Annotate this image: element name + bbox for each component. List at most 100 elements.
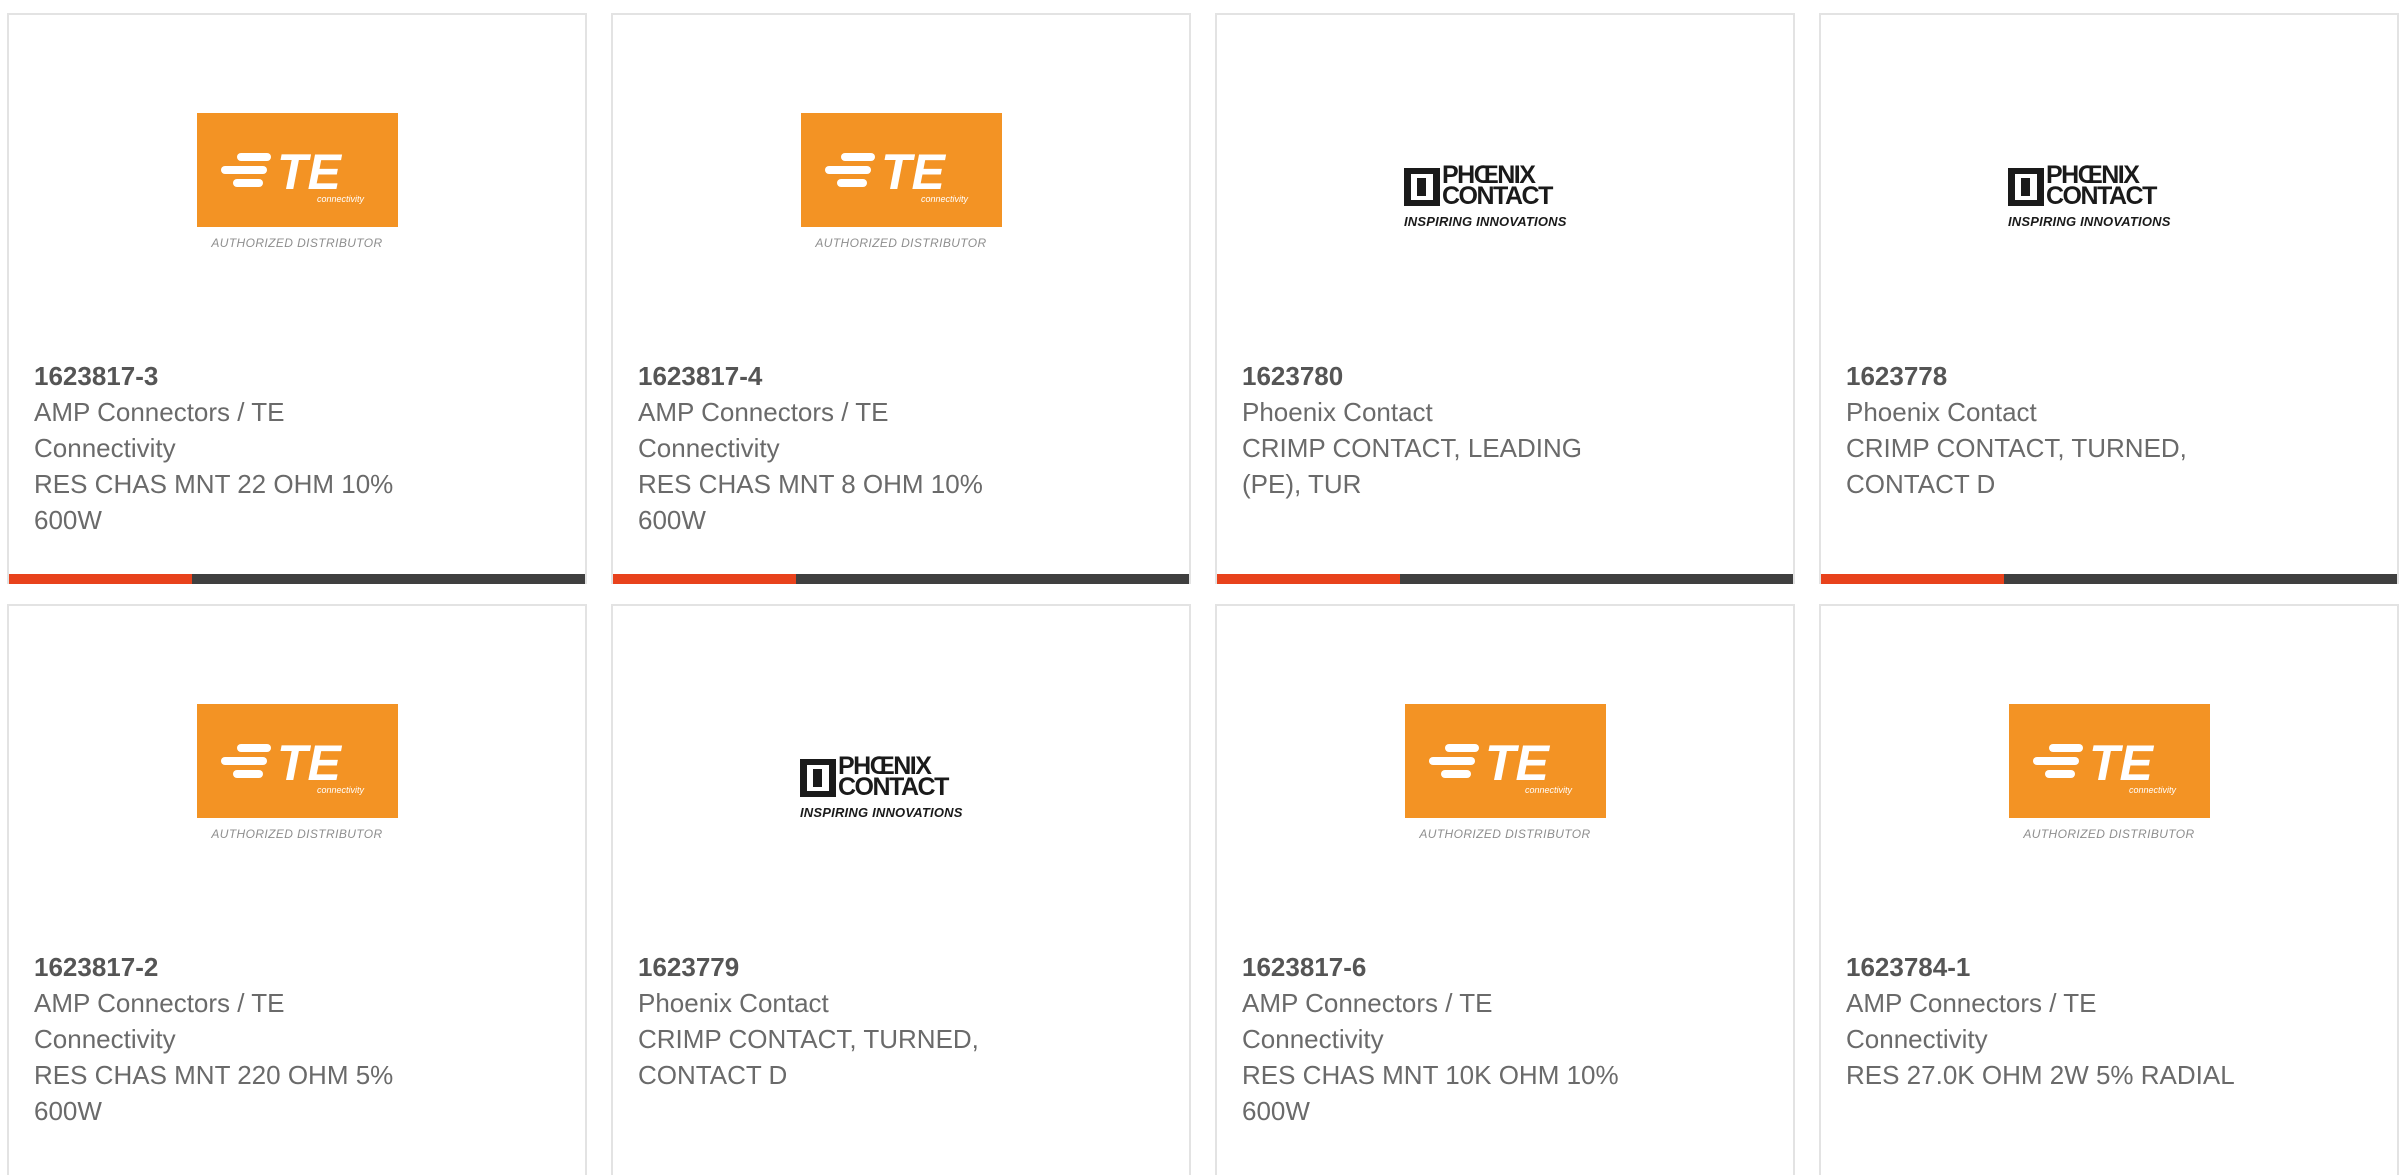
phoenix-contact-logo: PHŒNIX CONTACT INSPIRING INNOVATIONS xyxy=(800,752,1002,822)
product-card[interactable]: TE connectivity AUTHORIZED DISTRIBUTOR 1… xyxy=(1819,604,2399,1175)
part-number[interactable]: 1623817-3 xyxy=(34,358,454,394)
authorized-distributor-label: AUTHORIZED DISTRIBUTOR xyxy=(211,827,383,841)
manufacturer-name: AMP Connectors / TE xyxy=(1846,988,2097,1018)
product-description-cont: 600W xyxy=(34,1096,102,1126)
product-info: 1623778 Phoenix Contact CRIMP CONTACT, TUR… xyxy=(1846,358,2266,502)
product-description: CRIMP CONTACT, TURNED, xyxy=(1846,433,2187,463)
authorized-distributor-label: AUTHORIZED DISTRIBUTOR xyxy=(1419,827,1591,841)
product-description: RES CHAS MNT 22 OHM 10% xyxy=(34,469,394,499)
product-info: 1623817-3 AMP Connectors / TE Connectivity… xyxy=(34,358,454,538)
part-number[interactable]: 1623780 xyxy=(1242,358,1662,394)
te-connectivity-logo: TE connectivity AUTHORIZED DISTRIBUTOR xyxy=(800,113,1002,273)
product-description-cont: 600W xyxy=(1242,1096,1310,1126)
manufacturer-name: AMP Connectors / TE xyxy=(34,988,285,1018)
product-info: 1623817-2 AMP Connectors / TE Connectivity… xyxy=(34,949,454,1129)
te-logo-box: TE connectivity xyxy=(1404,704,1606,818)
manufacturer-name: Phoenix Contact xyxy=(1242,397,1433,427)
product-grid: TE connectivity AUTHORIZED DISTRIBUTOR 1… xyxy=(7,13,2400,1175)
product-card[interactable]: TE connectivity AUTHORIZED DISTRIBUTOR 1… xyxy=(1215,604,1795,1175)
product-description-cont: CONTACT D xyxy=(1846,469,1996,499)
svg-text:TE: TE xyxy=(277,735,343,791)
manufacturer-logo: PHŒNIX CONTACT INSPIRING INNOVATIONS xyxy=(613,704,1189,864)
svg-text:connectivity: connectivity xyxy=(921,194,969,204)
phoenix-tagline: INSPIRING INNOVATIONS xyxy=(800,805,963,820)
product-description: RES CHAS MNT 10K OHM 10% xyxy=(1242,1060,1619,1090)
card-accent-stripe xyxy=(1217,574,1400,584)
te-wordmark-icon: TE connectivity xyxy=(220,144,365,204)
manufacturer-logo: TE connectivity AUTHORIZED DISTRIBUTOR xyxy=(9,704,585,864)
phoenix-contact-logo: PHŒNIX CONTACT INSPIRING INNOVATIONS xyxy=(2008,161,2210,231)
part-number[interactable]: 1623784-1 xyxy=(1846,949,2266,985)
phoenix-wordmark: PHŒNIX CONTACT xyxy=(1442,161,1553,210)
part-number[interactable]: 1623779 xyxy=(638,949,1058,985)
manufacturer-logo: TE connectivity AUTHORIZED DISTRIBUTOR xyxy=(1821,704,2397,864)
part-number[interactable]: 1623817-6 xyxy=(1242,949,1662,985)
phoenix-contact-logo: PHŒNIX CONTACT INSPIRING INNOVATIONS xyxy=(1404,161,1606,231)
product-info: 1623780 Phoenix Contact CRIMP CONTACT, LEA… xyxy=(1242,358,1662,502)
product-info: 1623817-4 AMP Connectors / TE Connectivity… xyxy=(638,358,1058,538)
manufacturer-name: Phoenix Contact xyxy=(1846,397,2037,427)
te-logo-box: TE connectivity xyxy=(800,113,1002,227)
card-bottom-bar xyxy=(1821,574,2397,584)
svg-text:TE: TE xyxy=(881,144,947,200)
part-number[interactable]: 1623817-4 xyxy=(638,358,1058,394)
product-info: 1623784-1 AMP Connectors / TE Connectivity… xyxy=(1846,949,2266,1093)
phoenix-tagline: INSPIRING INNOVATIONS xyxy=(2008,214,2171,229)
te-logo-box: TE connectivity xyxy=(196,113,398,227)
phoenix-wordmark: PHŒNIX CONTACT xyxy=(838,752,949,801)
svg-text:connectivity: connectivity xyxy=(317,194,365,204)
te-connectivity-logo: TE connectivity AUTHORIZED DISTRIBUTOR xyxy=(196,704,398,864)
te-connectivity-logo: TE connectivity AUTHORIZED DISTRIBUTOR xyxy=(2008,704,2210,864)
manufacturer-logo: PHŒNIX CONTACT INSPIRING INNOVATIONS xyxy=(1821,113,2397,273)
te-logo-box: TE connectivity xyxy=(2008,704,2210,818)
manufacturer-logo: PHŒNIX CONTACT INSPIRING INNOVATIONS xyxy=(1217,113,1793,273)
product-description-cont: (PE), TUR xyxy=(1242,469,1362,499)
svg-text:TE: TE xyxy=(2089,735,2155,791)
te-wordmark-icon: TE connectivity xyxy=(1428,735,1573,795)
phoenix-mark-icon xyxy=(2008,168,2044,206)
product-card[interactable]: TE connectivity AUTHORIZED DISTRIBUTOR 1… xyxy=(7,604,587,1175)
product-description: CRIMP CONTACT, TURNED, xyxy=(638,1024,979,1054)
product-description: RES CHAS MNT 8 OHM 10% xyxy=(638,469,983,499)
te-connectivity-logo: TE connectivity AUTHORIZED DISTRIBUTOR xyxy=(1404,704,1606,864)
product-card[interactable]: PHŒNIX CONTACT INSPIRING INNOVATIONS 162… xyxy=(1819,13,2399,584)
card-accent-stripe xyxy=(1821,574,2004,584)
manufacturer-name: AMP Connectors / TE xyxy=(34,397,285,427)
product-card[interactable]: PHŒNIX CONTACT INSPIRING INNOVATIONS 162… xyxy=(1215,13,1795,584)
authorized-distributor-label: AUTHORIZED DISTRIBUTOR xyxy=(2023,827,2195,841)
product-description-cont: CONTACT D xyxy=(638,1060,788,1090)
svg-text:connectivity: connectivity xyxy=(317,785,365,795)
card-bottom-bar xyxy=(613,574,1189,584)
card-bottom-bar xyxy=(9,574,585,584)
te-connectivity-logo: TE connectivity AUTHORIZED DISTRIBUTOR xyxy=(196,113,398,273)
manufacturer-name-cont: Connectivity xyxy=(638,433,780,463)
part-number[interactable]: 1623778 xyxy=(1846,358,2266,394)
manufacturer-name-cont: Connectivity xyxy=(34,1024,176,1054)
phoenix-mark-icon xyxy=(1404,168,1440,206)
card-accent-stripe xyxy=(9,574,192,584)
phoenix-tagline: INSPIRING INNOVATIONS xyxy=(1404,214,1567,229)
phoenix-wordmark: PHŒNIX CONTACT xyxy=(2046,161,2157,210)
product-card[interactable]: PHŒNIX CONTACT INSPIRING INNOVATIONS 162… xyxy=(611,604,1191,1175)
manufacturer-name-cont: Connectivity xyxy=(34,433,176,463)
product-info: 1623817-6 AMP Connectors / TE Connectivity… xyxy=(1242,949,1662,1129)
product-card[interactable]: TE connectivity AUTHORIZED DISTRIBUTOR 1… xyxy=(7,13,587,584)
manufacturer-name-cont: Connectivity xyxy=(1846,1024,1988,1054)
part-number[interactable]: 1623817-2 xyxy=(34,949,454,985)
product-description: CRIMP CONTACT, LEADING xyxy=(1242,433,1582,463)
product-card[interactable]: TE connectivity AUTHORIZED DISTRIBUTOR 1… xyxy=(611,13,1191,584)
manufacturer-logo: TE connectivity AUTHORIZED DISTRIBUTOR xyxy=(1217,704,1793,864)
svg-text:TE: TE xyxy=(1485,735,1551,791)
svg-text:connectivity: connectivity xyxy=(2129,785,2177,795)
svg-text:connectivity: connectivity xyxy=(1525,785,1573,795)
product-description: RES 27.0K OHM 2W 5% RADIAL xyxy=(1846,1060,2235,1090)
te-wordmark-icon: TE connectivity xyxy=(220,735,365,795)
product-description-cont: 600W xyxy=(34,505,102,535)
manufacturer-name: AMP Connectors / TE xyxy=(638,397,889,427)
manufacturer-name: Phoenix Contact xyxy=(638,988,829,1018)
card-accent-stripe xyxy=(613,574,796,584)
te-logo-box: TE connectivity xyxy=(196,704,398,818)
card-bottom-bar xyxy=(1217,574,1793,584)
te-wordmark-icon: TE connectivity xyxy=(2032,735,2177,795)
manufacturer-name: AMP Connectors / TE xyxy=(1242,988,1493,1018)
